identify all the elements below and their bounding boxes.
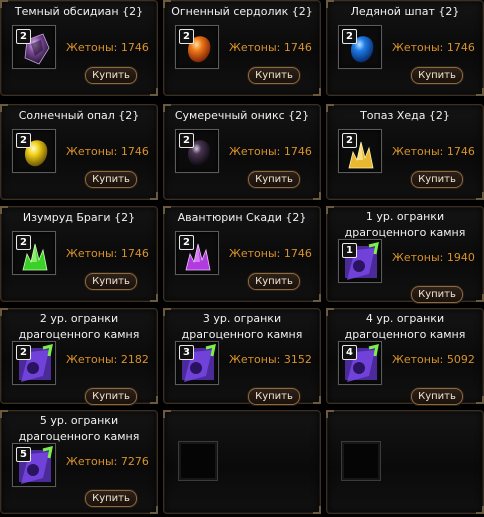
empty-slot: [163, 410, 321, 514]
count-badge: 5: [16, 447, 31, 462]
item-slot[interactable]: 1: [338, 239, 382, 283]
count-badge: 2: [16, 235, 31, 250]
token-price: Жетоны: 1746: [229, 145, 312, 158]
buy-button[interactable]: Купить: [411, 286, 463, 303]
token-price: Жетоны: 3152: [229, 353, 312, 366]
shop-item: Темный обсидиан {2} 2 Жетоны: 1746 Купит…: [0, 0, 158, 96]
item-title: Огненный сердолик {2}: [171, 5, 313, 18]
shop-item: Солнечный опал {2} 2 Жетоны: 1746 Купить: [0, 104, 158, 200]
buy-button[interactable]: Купить: [248, 388, 300, 405]
shop-item: Топаз Хеда {2} 2 Жетоны: 1746 Купить: [326, 104, 484, 200]
buy-button[interactable]: Купить: [248, 171, 300, 188]
token-price: Жетоны: 5092: [392, 353, 475, 366]
item-title: Ледяной шпат {2}: [350, 5, 460, 18]
item-slot[interactable]: 2: [175, 231, 219, 275]
token-price: Жетоны: 1746: [392, 41, 475, 54]
shop-item: 3 ур. огранки драгоценного камня 3 Жетон…: [163, 308, 321, 405]
token-price: Жетоны: 1746: [66, 145, 149, 158]
shop-item: 1 ур. огранки драгоценного камня 1 Жетон…: [326, 206, 484, 303]
item-title: 3 ур. огранки драгоценного камня: [181, 312, 303, 341]
item-slot[interactable]: 2: [12, 25, 56, 69]
item-title: Сумеречный оникс {2}: [174, 109, 310, 122]
buy-button[interactable]: Купить: [248, 273, 300, 290]
item-slot[interactable]: 2: [12, 231, 56, 275]
item-slot[interactable]: 2: [175, 129, 219, 173]
shop-item: 4 ур. огранки драгоценного камня 4 Жетон…: [326, 308, 484, 405]
count-badge: 2: [342, 133, 357, 148]
count-badge: 4: [342, 345, 357, 360]
empty-slot: [326, 410, 484, 514]
buy-button[interactable]: Купить: [85, 273, 137, 290]
shop-item: 5 ур. огранки драгоценного камня 5 Жетон…: [0, 410, 158, 514]
item-title: Изумруд Браги {2}: [22, 211, 136, 224]
buy-button[interactable]: Купить: [411, 171, 463, 188]
count-badge: 2: [179, 235, 194, 250]
item-slot[interactable]: 3: [175, 341, 219, 385]
shop-item: Огненный сердолик {2} 2 Жетоны: 1746 Куп…: [163, 0, 321, 96]
item-title: Темный обсидиан {2}: [14, 5, 144, 18]
item-title: Авантюрин Скади {2}: [177, 211, 307, 224]
token-price: Жетоны: 1746: [229, 247, 312, 260]
shop-item: Изумруд Браги {2} 2 Жетоны: 1746 Купить: [0, 206, 158, 302]
token-price: Жетоны: 7276: [66, 455, 149, 468]
empty-item-frame: [341, 441, 381, 481]
token-price: Жетоны: 1746: [229, 41, 312, 54]
item-title: Солнечный опал {2}: [18, 109, 140, 122]
token-price: Жетоны: 1746: [66, 41, 149, 54]
token-price: Жетоны: 1746: [66, 247, 149, 260]
count-badge: 1: [342, 243, 357, 258]
item-slot[interactable]: 5: [12, 443, 56, 487]
shop-item: 2 ур. огранки драгоценного камня 2 Жетон…: [0, 308, 158, 405]
item-slot[interactable]: 2: [338, 25, 382, 69]
count-badge: 2: [16, 345, 31, 360]
item-title: 4 ур. огранки драгоценного камня: [344, 312, 466, 341]
buy-button[interactable]: Купить: [85, 388, 137, 405]
count-badge: 2: [179, 29, 194, 44]
token-price: Жетоны: 2182: [66, 353, 149, 366]
item-slot[interactable]: 2: [12, 129, 56, 173]
buy-button[interactable]: Купить: [85, 490, 137, 507]
count-badge: 2: [342, 29, 357, 44]
buy-button[interactable]: Купить: [248, 67, 300, 84]
shop-item: Сумеречный оникс {2} 2 Жетоны: 1746 Купи…: [163, 104, 321, 200]
token-price: Жетоны: 1940: [392, 251, 475, 264]
count-badge: 3: [179, 345, 194, 360]
item-slot[interactable]: 2: [12, 341, 56, 385]
empty-item-frame: [178, 441, 218, 481]
item-slot[interactable]: 4: [338, 341, 382, 385]
buy-button[interactable]: Купить: [85, 171, 137, 188]
token-price: Жетоны: 1746: [392, 145, 475, 158]
item-title: 5 ур. огранки драгоценного камня: [18, 414, 140, 443]
count-badge: 2: [16, 29, 31, 44]
item-title: 2 ур. огранки драгоценного камня: [18, 312, 140, 341]
item-slot[interactable]: 2: [175, 25, 219, 69]
shop-item: Ледяной шпат {2} 2 Жетоны: 1746 Купить: [326, 0, 484, 96]
buy-button[interactable]: Купить: [411, 388, 463, 405]
item-title: Топаз Хеда {2}: [360, 109, 450, 122]
count-badge: 2: [179, 133, 194, 148]
shop-grid: Темный обсидиан {2} 2 Жетоны: 1746 Купит…: [0, 0, 484, 517]
item-title: 1 ур. огранки драгоценного камня: [344, 210, 466, 239]
shop-item: Авантюрин Скади {2} 2 Жетоны: 1746 Купит…: [163, 206, 321, 302]
buy-button[interactable]: Купить: [411, 67, 463, 84]
count-badge: 2: [16, 133, 31, 148]
item-slot[interactable]: 2: [338, 129, 382, 173]
buy-button[interactable]: Купить: [85, 67, 137, 84]
